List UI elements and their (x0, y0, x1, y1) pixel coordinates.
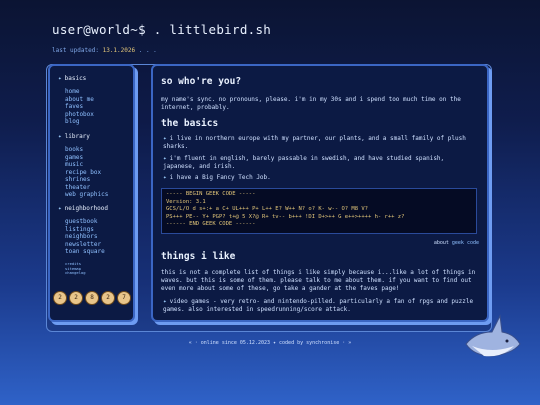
bullet-icon: ✦ (163, 135, 167, 142)
sidebar-item-faves[interactable]: faves (65, 103, 94, 111)
sidebar-item-books[interactable]: books (65, 146, 108, 154)
list-item-text: video games - very retro- and nintendo-p… (163, 298, 474, 313)
list-item: ✦ i live in northern europe with my partn… (163, 135, 475, 151)
bullet-icon: ✦ (163, 174, 167, 181)
likes-intro: this is not a complete list of things i … (161, 269, 476, 292)
geek-code-link[interactable]: geek code (452, 240, 479, 246)
sparkle-icon: ✦ (58, 205, 62, 212)
sidebar-links-library: books games music recipe box shrines the… (65, 146, 108, 199)
site-title: user@world~$ . littlebird.sh (52, 22, 272, 37)
sparkle-icon: ✦ (58, 75, 62, 82)
badge-row: 2 2 8 2 7 (53, 291, 131, 305)
sidebar-section-library: ✦ library (58, 133, 90, 140)
last-updated-label: last updated: (52, 47, 99, 54)
footer: « · online since 05.12.2023 ✦ coded by s… (188, 340, 352, 346)
sidebar-section-title: neighborhood (64, 205, 108, 212)
sidebar-item-toan-square[interactable]: toan square (65, 248, 105, 256)
list-item: ✦ i have a Big Fancy Tech Job. (163, 174, 475, 182)
heading-basics: the basics (161, 118, 219, 129)
sidebar-item-home[interactable]: home (65, 88, 94, 96)
sparkle-icon: ✦ (58, 133, 62, 140)
sidebar-item-recipe-box[interactable]: recipe box (65, 169, 108, 177)
sidebar-item-neighbors[interactable]: neighbors (65, 233, 105, 241)
changelog-link[interactable]: changelog (65, 271, 86, 276)
geek-code-line: GCS/L/O d s+:+ a C+ UL+++ P+ L++ E? W++ … (166, 206, 368, 212)
sidebar-item-games[interactable]: games (65, 154, 108, 162)
sidebar-item-shrines[interactable]: shrines (65, 176, 108, 184)
bullet-icon: ✦ (163, 298, 167, 305)
sidebar-section-neighborhood: ✦ neighborhood (58, 205, 108, 212)
list-item-text: i'm fluent in english, barely passable i… (163, 155, 445, 170)
badge[interactable]: 2 (53, 291, 67, 305)
sidebar-section-basics: ✦ basics (58, 75, 86, 82)
badge[interactable]: 8 (85, 291, 99, 305)
sidebar: ✦ basics home about me faves photobox blo… (48, 64, 135, 322)
main-content: so who're you? my name's sync. no pronou… (151, 64, 489, 322)
sidebar-item-guestbook[interactable]: guestbook (65, 218, 105, 226)
sidebar-item-music[interactable]: music (65, 161, 108, 169)
badge[interactable]: 2 (101, 291, 115, 305)
list-item-text: i have a Big Fancy Tech Job. (169, 174, 271, 181)
heading-things-i-like: things i like (161, 251, 236, 262)
last-updated: last updated: 13.1.2026 . . . (52, 47, 157, 54)
shark-icon (465, 314, 521, 357)
sidebar-item-about-me[interactable]: about me (65, 96, 94, 104)
intro-text: my name's sync. no pronouns, please. i'm… (161, 96, 461, 111)
geek-code-line: ----- BEGIN GEEK CODE ----- (166, 191, 256, 197)
sidebar-item-listings[interactable]: listings (65, 226, 105, 234)
sidebar-item-photobox[interactable]: photobox (65, 111, 94, 119)
list-item: ✦ video games - very retro- and nintendo-… (163, 298, 475, 314)
about-label: about (433, 240, 449, 246)
sidebar-section-title: basics (64, 75, 87, 82)
badge[interactable]: 2 (69, 291, 83, 305)
sidebar-item-web-graphics[interactable]: web graphics (65, 191, 108, 199)
last-updated-date: 13.1.2026 (102, 47, 136, 54)
sidebar-links-basics: home about me faves photobox blog (65, 88, 94, 126)
about-geek-code: about geek code (434, 240, 479, 246)
geek-code-block: ----- BEGIN GEEK CODE ----- Version: 3.1… (161, 188, 477, 234)
sidebar-tiny-links: credits sitemap changelog (65, 261, 86, 276)
sidebar-section-title: library (64, 133, 90, 140)
geek-code-line: PS+++ PE-- Y+ PGP? t+@ 5 X?@ R+ tv-- b++… (166, 213, 405, 220)
sidebar-item-newsletter[interactable]: newsletter (65, 241, 105, 249)
bullet-icon: ✦ (163, 155, 167, 162)
sidebar-item-theater[interactable]: theater (65, 184, 108, 192)
list-item-text: i live in northern europe with my partne… (163, 135, 466, 150)
heading-who: so who're you? (161, 76, 242, 87)
list-item: ✦ i'm fluent in english, barely passable … (163, 155, 475, 171)
geek-code-line: ------ END GEEK CODE ------ (166, 221, 256, 227)
site-header: user@world~$ . littlebird.sh (52, 22, 271, 37)
sidebar-links-neighborhood: guestbook listings neighbors newsletter … (65, 218, 105, 256)
badge[interactable]: 7 (117, 291, 131, 305)
geek-code-line: Version: 3.1 (166, 198, 206, 205)
last-updated-dots: . . . (138, 47, 157, 54)
sidebar-item-blog[interactable]: blog (65, 118, 94, 126)
